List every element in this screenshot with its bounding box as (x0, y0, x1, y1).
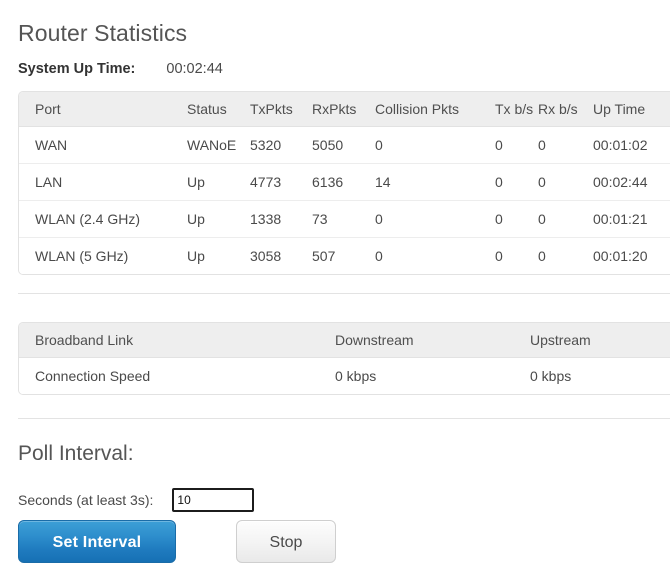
broadband-table-body: Connection Speed 0 kbps 0 kbps (19, 358, 670, 395)
cell-up-time: 00:01:20 (593, 238, 670, 275)
cell-rx-bps: 0 (538, 127, 593, 164)
column-header-rx-bps: Rx b/s (538, 92, 593, 127)
table-row: WLAN (2.4 GHz) Up 1338 73 0 0 0 00:01:21 (19, 201, 670, 238)
poll-interval-title: Poll Interval: (18, 440, 134, 468)
section-divider-top (18, 293, 670, 294)
cell-collision: 0 (375, 238, 495, 275)
column-header-tx-bps: Tx b/s (495, 92, 538, 127)
cell-rx-bps: 0 (538, 164, 593, 201)
cell-up-time: 00:01:02 (593, 127, 670, 164)
cell-txpkts: 4773 (250, 164, 312, 201)
cell-tx-bps: 0 (495, 164, 538, 201)
cell-collision: 14 (375, 164, 495, 201)
broadband-table: Broadband Link Downstream Upstream Conne… (19, 323, 670, 394)
cell-rx-bps: 0 (538, 201, 593, 238)
router-statistics-page: Router Statistics System Up Time: 00:02:… (0, 0, 670, 586)
column-header-collision-pkts: Collision Pkts (375, 92, 495, 127)
cell-up-time: 00:02:44 (593, 164, 670, 201)
ports-table-body: WAN WANoE 5320 5050 0 0 0 00:01:02 LAN U… (19, 127, 670, 275)
column-header-broadband-link: Broadband Link (19, 323, 335, 358)
table-row: Connection Speed 0 kbps 0 kbps (19, 358, 670, 395)
cell-upstream: 0 kbps (530, 358, 670, 395)
cell-status: Up (187, 238, 250, 275)
ports-statistics-table: Port Status TxPkts RxPkts Collision Pkts… (19, 92, 670, 274)
cell-port: WLAN (5 GHz) (19, 238, 187, 275)
cell-txpkts: 3058 (250, 238, 312, 275)
column-header-rxpkts: RxPkts (312, 92, 375, 127)
column-header-up-time: Up Time (593, 92, 670, 127)
column-header-status: Status (187, 92, 250, 127)
cell-port: LAN (19, 164, 187, 201)
cell-port: WLAN (2.4 GHz) (19, 201, 187, 238)
cell-status: Up (187, 201, 250, 238)
cell-rxpkts: 73 (312, 201, 375, 238)
system-uptime-row: System Up Time: 00:02:44 (0, 48, 670, 79)
ports-table-header: Port Status TxPkts RxPkts Collision Pkts… (19, 92, 670, 127)
system-uptime-value: 00:02:44 (166, 59, 222, 79)
cell-collision: 0 (375, 201, 495, 238)
broadband-table-container: Broadband Link Downstream Upstream Conne… (18, 322, 670, 395)
table-row: WAN WANoE 5320 5050 0 0 0 00:01:02 (19, 127, 670, 164)
stop-button[interactable]: Stop (236, 520, 336, 563)
table-row: LAN Up 4773 6136 14 0 0 00:02:44 (19, 164, 670, 201)
ports-statistics-table-container: Port Status TxPkts RxPkts Collision Pkts… (18, 91, 670, 275)
cell-tx-bps: 0 (495, 201, 538, 238)
page-title: Router Statistics (0, 0, 670, 48)
broadband-section: Broadband Link Downstream Upstream Conne… (18, 322, 670, 395)
cell-status: Up (187, 164, 250, 201)
cell-broadband-link: Connection Speed (19, 358, 335, 395)
poll-buttons-row: Set Interval Stop (18, 520, 336, 563)
cell-rxpkts: 507 (312, 238, 375, 275)
cell-tx-bps: 0 (495, 127, 538, 164)
table-header-row: Port Status TxPkts RxPkts Collision Pkts… (19, 92, 670, 127)
section-divider-bottom (18, 418, 670, 419)
cell-downstream: 0 kbps (335, 358, 530, 395)
cell-txpkts: 1338 (250, 201, 312, 238)
column-header-txpkts: TxPkts (250, 92, 312, 127)
cell-rx-bps: 0 (538, 238, 593, 275)
cell-port: WAN (19, 127, 187, 164)
table-header-row: Broadband Link Downstream Upstream (19, 323, 670, 358)
poll-seconds-input[interactable] (172, 488, 254, 512)
cell-tx-bps: 0 (495, 238, 538, 275)
poll-seconds-row: Seconds (at least 3s): (18, 488, 254, 512)
column-header-upstream: Upstream (530, 323, 670, 358)
table-row: WLAN (5 GHz) Up 3058 507 0 0 0 00:01:20 (19, 238, 670, 275)
column-header-port: Port (19, 92, 187, 127)
system-uptime-label: System Up Time: (18, 59, 135, 79)
column-header-downstream: Downstream (335, 323, 530, 358)
cell-up-time: 00:01:21 (593, 201, 670, 238)
cell-status: WANoE (187, 127, 250, 164)
cell-rxpkts: 6136 (312, 164, 375, 201)
poll-seconds-label: Seconds (at least 3s): (18, 490, 153, 510)
cell-rxpkts: 5050 (312, 127, 375, 164)
cell-collision: 0 (375, 127, 495, 164)
cell-txpkts: 5320 (250, 127, 312, 164)
broadband-table-header: Broadband Link Downstream Upstream (19, 323, 670, 358)
set-interval-button[interactable]: Set Interval (18, 520, 176, 563)
